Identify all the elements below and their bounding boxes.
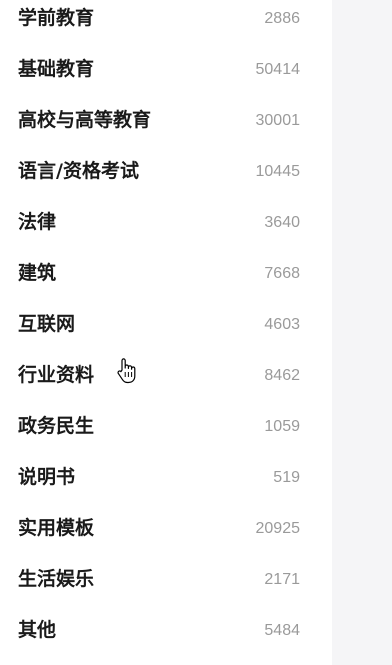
category-item-language-exams[interactable]: 语言/资格考试 10445: [0, 144, 325, 195]
category-name: 政务民生: [18, 415, 95, 437]
category-count: 4603: [264, 316, 300, 333]
category-name: 实用模板: [18, 517, 95, 539]
category-item-government-affairs[interactable]: 政务民生 1059: [0, 399, 325, 450]
right-panel: [332, 0, 392, 665]
category-count: 50414: [255, 61, 301, 78]
category-name: 基础教育: [18, 58, 95, 80]
category-item-other[interactable]: 其他 5484: [0, 603, 325, 654]
category-count: 5484: [264, 622, 300, 639]
category-count: 30001: [255, 112, 301, 129]
category-name: 行业资料: [18, 364, 95, 386]
category-count: 8462: [264, 367, 300, 384]
category-item-manuals[interactable]: 说明书 519: [0, 450, 325, 501]
category-count: 2171: [264, 571, 300, 588]
category-name: 互联网: [18, 313, 76, 335]
category-name: 生活娱乐: [18, 568, 95, 590]
category-item-preschool-education[interactable]: 学前教育 2886: [0, 0, 325, 42]
category-count: 519: [273, 469, 300, 486]
category-item-lifestyle-entertainment[interactable]: 生活娱乐 2171: [0, 552, 325, 603]
category-item-law[interactable]: 法律 3640: [0, 195, 325, 246]
category-item-basic-education[interactable]: 基础教育 50414: [0, 42, 325, 93]
category-item-industry-materials[interactable]: 行业资料 8462: [0, 348, 325, 399]
category-name: 高校与高等教育: [18, 109, 152, 131]
category-count: 1059: [264, 418, 300, 435]
category-count: 20925: [255, 520, 301, 537]
category-name: 说明书: [18, 466, 76, 488]
category-name: 语言/资格考试: [18, 160, 139, 182]
category-name: 建筑: [18, 262, 57, 284]
category-name: 法律: [18, 211, 57, 233]
category-count: 10445: [255, 163, 301, 180]
category-item-internet[interactable]: 互联网 4603: [0, 297, 325, 348]
category-item-architecture[interactable]: 建筑 7668: [0, 246, 325, 297]
category-count: 3640: [264, 214, 300, 231]
category-count: 2886: [264, 10, 300, 27]
category-name: 其他: [18, 619, 57, 641]
category-item-templates[interactable]: 实用模板 20925: [0, 501, 325, 552]
category-list: 学前教育 2886 基础教育 50414 高校与高等教育 30001 语言/资格…: [0, 0, 325, 665]
category-count: 7668: [264, 265, 300, 282]
category-item-higher-education[interactable]: 高校与高等教育 30001: [0, 93, 325, 144]
category-name: 学前教育: [18, 7, 95, 29]
